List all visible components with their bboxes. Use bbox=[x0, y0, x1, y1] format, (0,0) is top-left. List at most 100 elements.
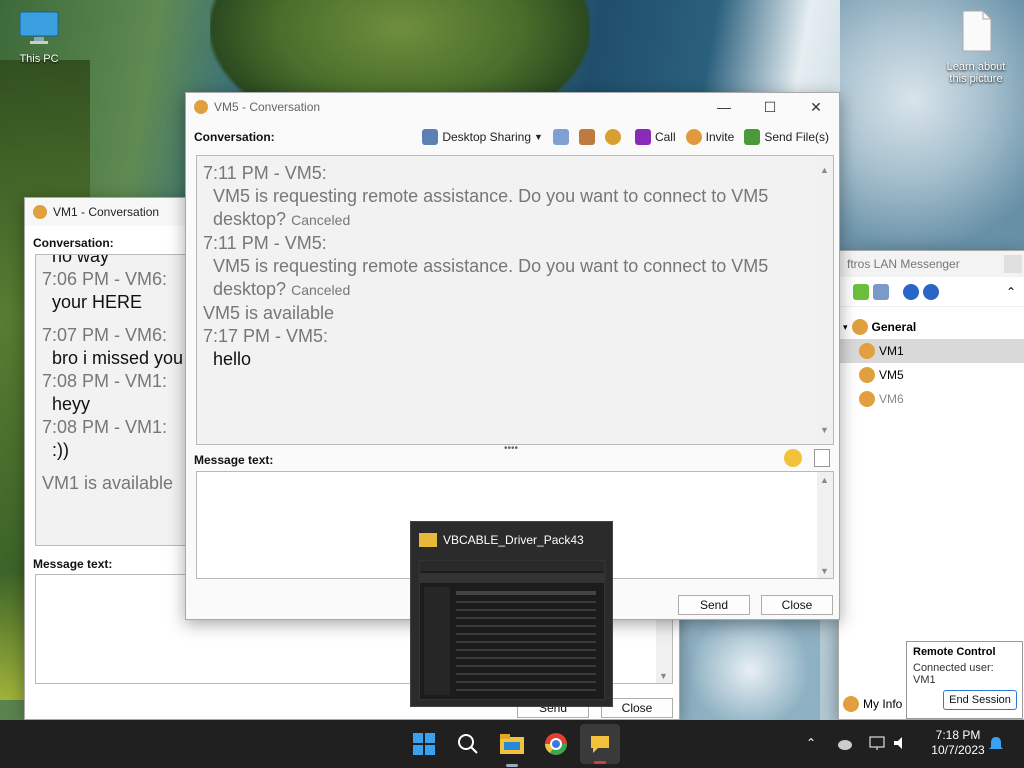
message-text-label: Message text: bbox=[194, 453, 274, 467]
wallpaper-waves-bottom bbox=[680, 620, 820, 720]
video-camera-icon bbox=[634, 129, 651, 145]
desktop-icon-label: This PC bbox=[19, 53, 59, 65]
send-file-icon bbox=[744, 129, 761, 145]
font-icon[interactable] bbox=[814, 449, 830, 467]
user-icon bbox=[194, 100, 208, 114]
contact-name: VM5 bbox=[879, 368, 904, 382]
user-icon bbox=[843, 696, 859, 712]
thumbnail-preview bbox=[419, 560, 605, 700]
smiley-icon[interactable] bbox=[784, 449, 802, 467]
minimize-icon[interactable]: — bbox=[701, 93, 747, 121]
scrollbar[interactable]: ▲ ▼ bbox=[817, 156, 833, 444]
messenger-titlebar[interactable]: ftros LAN Messenger bbox=[839, 251, 1024, 277]
clock-time: 7:18 PM bbox=[935, 728, 981, 742]
clock[interactable]: 7:18 PM 10/7/2023 bbox=[920, 728, 996, 758]
send-files-label: Send File(s) bbox=[764, 130, 829, 144]
thumbnail-header: VBCABLE_Driver_Pack43 bbox=[411, 522, 612, 558]
add-user-icon bbox=[685, 129, 702, 145]
transfers-icon[interactable] bbox=[578, 129, 595, 145]
chrome-icon[interactable] bbox=[540, 728, 572, 760]
contact-item-vm6[interactable]: VM6 bbox=[839, 387, 1024, 411]
message-status: Canceled bbox=[291, 212, 351, 228]
chevron-up-icon[interactable]: ⌃ bbox=[1006, 285, 1016, 299]
onedrive-icon[interactable] bbox=[836, 736, 854, 752]
contact-list: ▾ General VM1 VM5 VM6 bbox=[839, 307, 1024, 411]
volume-icon[interactable] bbox=[892, 735, 910, 751]
contact-group-general[interactable]: ▾ General bbox=[839, 315, 1024, 339]
add-contact-icon[interactable] bbox=[853, 283, 869, 300]
history-icon[interactable] bbox=[552, 129, 569, 145]
thumbnail-title: VBCABLE_Driver_Pack43 bbox=[443, 533, 584, 547]
messenger-toolbar: ⌃ bbox=[839, 277, 1024, 307]
info-icon[interactable] bbox=[923, 283, 939, 300]
contact-item-vm5[interactable]: VM5 bbox=[839, 363, 1024, 387]
windows-start-icon[interactable] bbox=[408, 728, 440, 760]
desktop-icon-learn-picture[interactable]: Learn about this picture bbox=[938, 8, 1014, 85]
vm5-title: VM5 - Conversation bbox=[214, 100, 321, 114]
chevron-down-icon: ▼ bbox=[534, 132, 543, 142]
conversation-label: Conversation: bbox=[194, 130, 275, 144]
close-button[interactable]: Close bbox=[761, 595, 833, 615]
taskbar-thumbnail[interactable]: VBCABLE_Driver_Pack43 bbox=[410, 521, 613, 707]
scrollbar[interactable]: ▲ ▼ bbox=[817, 472, 833, 578]
remote-control-title: Remote Control bbox=[913, 646, 996, 658]
chevron-up-icon[interactable]: ⌃ bbox=[806, 736, 816, 750]
conversation-label: Conversation: bbox=[33, 236, 114, 250]
desktop-icon-label: Learn about this picture bbox=[946, 61, 1006, 85]
emotion-icon[interactable] bbox=[604, 129, 621, 145]
file-explorer-icon[interactable] bbox=[496, 728, 528, 760]
splitter-handle[interactable]: •••• bbox=[504, 443, 518, 454]
call-button[interactable]: Call bbox=[634, 129, 676, 145]
my-info-label: My Info bbox=[863, 697, 903, 711]
desktop-icon-this-pc[interactable]: This PC bbox=[4, 10, 74, 65]
close-icon[interactable] bbox=[1004, 255, 1022, 273]
end-session-button[interactable]: End Session bbox=[943, 690, 1017, 710]
help-icon[interactable] bbox=[903, 283, 919, 300]
notification-bell-icon[interactable] bbox=[988, 735, 1004, 753]
document-icon bbox=[962, 10, 992, 52]
contact-name: VM1 bbox=[879, 344, 904, 358]
lan-messenger-taskbar-button[interactable] bbox=[580, 724, 620, 764]
clock-date: 10/7/2023 bbox=[931, 743, 985, 757]
status-message: VM5 is available bbox=[203, 303, 335, 323]
search-icon[interactable] bbox=[452, 728, 484, 760]
chevron-down-icon[interactable]: ▾ bbox=[843, 322, 848, 333]
vm5-toolbar-row: Conversation: Desktop Sharing ▼ Call Inv… bbox=[186, 125, 839, 149]
folder-icon bbox=[419, 533, 437, 547]
group-icon bbox=[851, 319, 868, 335]
monitor-icon bbox=[19, 11, 59, 44]
remote-control-panel: Remote Control Connected user: VM1 End S… bbox=[906, 641, 1023, 719]
desktop-sharing-button[interactable]: Desktop Sharing ▼ bbox=[422, 129, 543, 145]
desktop-sharing-label: Desktop Sharing bbox=[442, 130, 532, 144]
user-icon bbox=[33, 205, 47, 219]
connected-user-label: Connected user: VM1 bbox=[913, 662, 994, 686]
vm5-conversation-pane[interactable]: 7:11 PM - VM5: VM5 is requesting remote … bbox=[196, 155, 834, 445]
message-time: 7:11 PM - VM5: bbox=[203, 233, 327, 253]
vm5-titlebar[interactable]: VM5 - Conversation — ☐ ✕ bbox=[186, 93, 839, 121]
lan-messenger-icon bbox=[591, 736, 609, 753]
active-indicator bbox=[506, 764, 518, 767]
invite-button[interactable]: Invite bbox=[685, 129, 734, 145]
user-icon bbox=[859, 391, 875, 407]
send-files-button[interactable]: Send File(s) bbox=[744, 129, 829, 145]
send-button[interactable]: Send bbox=[678, 595, 750, 615]
taskbar: ⌃ 7:18 PM 10/7/2023 bbox=[0, 720, 1024, 768]
maximize-icon[interactable]: ☐ bbox=[747, 93, 793, 121]
vm1-title: VM1 - Conversation bbox=[53, 205, 160, 219]
message-text: VM5 is requesting remote assistance. Do … bbox=[203, 255, 809, 302]
messenger-title: ftros LAN Messenger bbox=[847, 257, 960, 271]
contact-name: VM6 bbox=[879, 392, 904, 406]
message-text: VM5 is requesting remote assistance. Do … bbox=[203, 185, 809, 232]
network-icon[interactable] bbox=[868, 735, 886, 751]
message-time: 7:11 PM - VM5: bbox=[203, 163, 327, 183]
message-text: hello bbox=[213, 349, 252, 369]
message-status: Canceled bbox=[291, 282, 351, 298]
user-icon bbox=[859, 343, 875, 359]
contact-item-vm1[interactable]: VM1 bbox=[839, 339, 1024, 363]
close-icon[interactable]: ✕ bbox=[793, 93, 839, 121]
history-icon[interactable] bbox=[873, 283, 889, 300]
message-time: 7:17 PM - VM5: bbox=[203, 326, 329, 346]
desktop-sharing-icon bbox=[422, 129, 439, 145]
message-text-label: Message text: bbox=[33, 557, 113, 571]
call-label: Call bbox=[654, 130, 676, 144]
